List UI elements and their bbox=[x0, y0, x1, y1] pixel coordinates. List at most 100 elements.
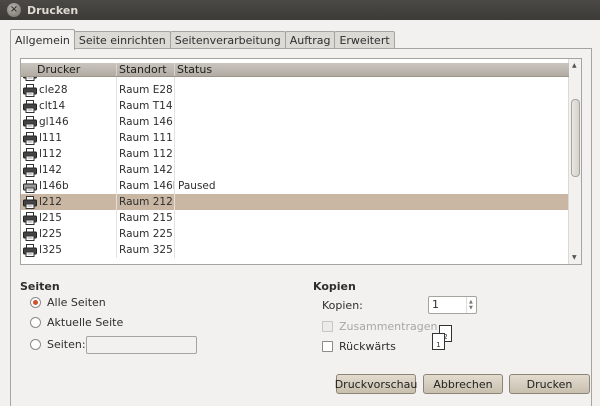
printer-name: l142 bbox=[39, 164, 62, 176]
printer-icon bbox=[23, 163, 37, 177]
decrement-icon[interactable]: ▼ bbox=[469, 305, 473, 311]
printer-status bbox=[175, 130, 569, 146]
close-icon[interactable]: × bbox=[7, 3, 21, 17]
printer-icon bbox=[23, 131, 37, 145]
printer-location: Raum 111 bbox=[117, 130, 175, 146]
radio-current-page[interactable]: Aktuelle Seite bbox=[30, 316, 123, 329]
vertical-scrollbar[interactable]: ▲ ▼ bbox=[568, 59, 581, 264]
copies-value[interactable]: 1 bbox=[429, 297, 466, 313]
reverse-checkbox[interactable] bbox=[322, 341, 333, 352]
tab-erweitert[interactable]: Erweitert bbox=[334, 31, 395, 49]
radio-page-range-button[interactable] bbox=[30, 339, 41, 350]
table-row[interactable]: clt14 Raum T14 bbox=[21, 98, 569, 114]
reverse-label: Rückwärts bbox=[339, 340, 396, 353]
table-row[interactable]: l325 Raum 325 bbox=[21, 242, 569, 258]
cancel-button[interactable]: Abbrechen bbox=[423, 374, 503, 394]
printer-name: cle28 bbox=[39, 84, 68, 96]
printer-name: l325 bbox=[39, 244, 62, 256]
copies-stepper[interactable]: 1 ▲ ▼ bbox=[428, 296, 477, 314]
table-row[interactable]: l112 Raum 112 bbox=[21, 146, 569, 162]
printer-location: Raum E28 bbox=[117, 82, 175, 98]
tab-seite-einrichten[interactable]: Seite einrichten bbox=[73, 31, 171, 49]
printer-status bbox=[175, 226, 569, 242]
printer-status bbox=[175, 146, 569, 162]
printer-location: Raum 215 bbox=[117, 210, 175, 226]
printer-name-cell: l215 bbox=[21, 210, 117, 226]
printer-name-cell: gl146 bbox=[21, 114, 117, 130]
printer-icon bbox=[23, 195, 37, 209]
printer-name: l215 bbox=[39, 212, 62, 224]
table-row[interactable]: l146b Raum 146b Paused bbox=[21, 178, 569, 194]
table-row[interactable]: l111 Raum 111 bbox=[21, 130, 569, 146]
printer-status bbox=[175, 210, 569, 226]
list-header: Drucker Standort Status bbox=[21, 63, 569, 77]
printer-name: gl146 bbox=[39, 116, 69, 128]
printer-status bbox=[175, 98, 569, 114]
print-dialog: × Drucken Allgemein Seite einrichten Sei… bbox=[0, 0, 600, 406]
printer-location: Raum 225 bbox=[117, 226, 175, 242]
printer-location: Raum 212 bbox=[117, 194, 175, 210]
radio-current-page-button[interactable] bbox=[30, 317, 41, 328]
printer-icon bbox=[23, 99, 37, 113]
printer-rows: cl323Raum 323cle28Raum E28clt14Raum T14g… bbox=[21, 66, 569, 258]
printer-name: l111 bbox=[39, 132, 62, 144]
printer-name-cell: l325 bbox=[21, 242, 117, 258]
stepper-buttons[interactable]: ▲ ▼ bbox=[466, 297, 476, 313]
print-button[interactable]: Drucken bbox=[509, 374, 590, 394]
printer-status bbox=[175, 82, 569, 98]
printer-name-cell: l212 bbox=[21, 194, 117, 210]
pages-section-title: Seiten bbox=[20, 280, 60, 293]
printer-icon bbox=[23, 211, 37, 225]
tab-allgemein[interactable]: Allgemein bbox=[10, 29, 75, 50]
printer-name-cell: cle28 bbox=[21, 82, 117, 98]
printer-icon bbox=[23, 115, 37, 129]
copies-label: Kopien: bbox=[322, 299, 363, 312]
copies-section-title: Kopien bbox=[313, 280, 356, 293]
collate-label: Zusammentragen bbox=[339, 320, 438, 333]
radio-page-range[interactable]: Seiten: bbox=[30, 338, 86, 351]
printer-status: Paused bbox=[178, 180, 216, 192]
radio-current-page-label: Aktuelle Seite bbox=[47, 316, 124, 329]
printer-location: Raum 112 bbox=[117, 146, 175, 162]
table-row[interactable]: l215 Raum 215 bbox=[21, 210, 569, 226]
table-row[interactable]: l225 Raum 225 bbox=[21, 226, 569, 242]
radio-all-pages-label: Alle Seiten bbox=[47, 296, 106, 309]
printer-location: Raum 146 bbox=[117, 114, 175, 130]
printer-name-cell: l112 bbox=[21, 146, 117, 162]
collate-preview-icon: 2 1 bbox=[432, 325, 454, 353]
printer-name-cell: l142 bbox=[21, 162, 117, 178]
printer-name: l212 bbox=[39, 196, 62, 208]
printer-status bbox=[175, 194, 569, 210]
radio-all-pages-button[interactable] bbox=[30, 297, 41, 308]
column-header-drucker[interactable]: Drucker bbox=[21, 63, 117, 76]
scroll-down-icon[interactable]: ▼ bbox=[572, 254, 577, 261]
radio-all-pages[interactable]: Alle Seiten bbox=[30, 296, 106, 309]
table-row[interactable]: l212 Raum 212 bbox=[21, 194, 569, 210]
collate-checkbox[interactable] bbox=[322, 321, 333, 332]
scrollbar-thumb[interactable] bbox=[571, 99, 580, 177]
column-header-status[interactable]: Status bbox=[175, 63, 569, 76]
printer-list[interactable]: cl323Raum 323cle28Raum E28clt14Raum T14g… bbox=[20, 58, 582, 265]
printer-icon bbox=[23, 227, 37, 241]
printer-location: Raum 146b bbox=[119, 178, 175, 194]
table-row[interactable]: l142 Raum 142 bbox=[21, 162, 569, 178]
table-row[interactable]: cle28 Raum E28 bbox=[21, 82, 569, 98]
titlebar: × Drucken bbox=[0, 0, 600, 20]
page-range-input[interactable] bbox=[86, 336, 197, 354]
tab-seitenverarbeitung[interactable]: Seitenverarbeitung bbox=[169, 31, 286, 49]
tab-auftrag[interactable]: Auftrag bbox=[284, 31, 336, 49]
printer-name-cell: l111 bbox=[21, 130, 117, 146]
window-title: Drucken bbox=[27, 3, 79, 17]
reverse-checkbox-row[interactable]: Rückwärts bbox=[322, 340, 396, 353]
printer-name-cell: l146b bbox=[21, 178, 117, 194]
printer-name: l225 bbox=[39, 228, 62, 240]
printer-name: l146b bbox=[39, 180, 69, 192]
scroll-up-icon[interactable]: ▲ bbox=[572, 62, 577, 69]
table-row[interactable]: gl146 Raum 146 bbox=[21, 114, 569, 130]
print-preview-button[interactable]: Druckvorschau bbox=[335, 374, 417, 394]
printer-name-cell: clt14 bbox=[21, 98, 117, 114]
column-header-standort[interactable]: Standort bbox=[117, 63, 175, 76]
collate-checkbox-row[interactable]: Zusammentragen bbox=[322, 320, 437, 333]
printer-location: Raum 142 bbox=[117, 162, 175, 178]
printer-icon bbox=[23, 83, 37, 97]
